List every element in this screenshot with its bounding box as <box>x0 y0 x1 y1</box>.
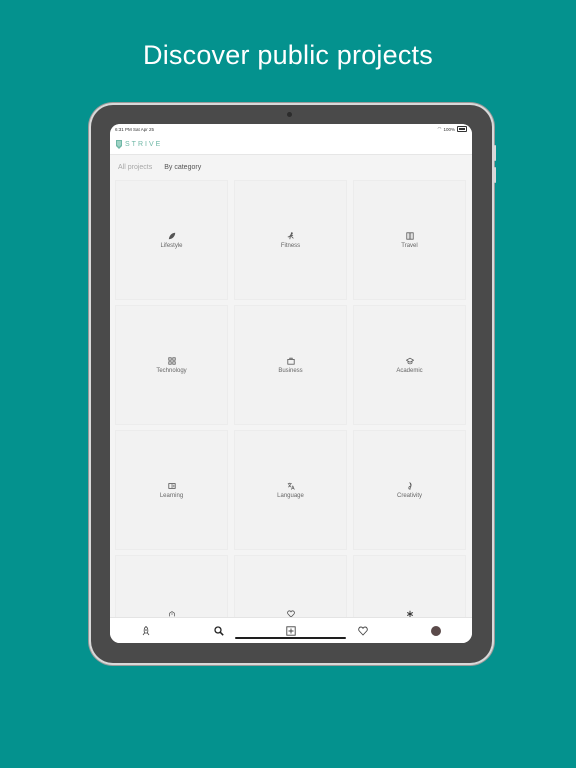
app-title: STRIVE <box>125 140 163 148</box>
leaf-icon <box>168 232 176 240</box>
category-fitness[interactable]: Fitness <box>234 180 347 300</box>
battery-icon <box>457 126 467 132</box>
heart-icon <box>358 626 369 636</box>
battery-percent: 100% <box>443 126 455 132</box>
search-icon <box>213 625 224 636</box>
rocket-icon <box>142 625 150 635</box>
nav-search[interactable] <box>213 625 225 637</box>
camera <box>287 112 292 117</box>
ipad-frame: 6:31 PM Sat Apr 25 ◠ 100% STRIVE All pro… <box>91 105 496 663</box>
app-screen: 6:31 PM Sat Apr 25 ◠ 100% STRIVE All pro… <box>110 124 472 643</box>
category-label: Creativity <box>396 492 422 499</box>
graduation-cap-icon <box>405 357 414 365</box>
status-bar: 6:31 PM Sat Apr 25 ◠ 100% <box>110 124 472 134</box>
status-date: Sat Apr 25 <box>133 126 155 132</box>
avatar <box>430 625 441 636</box>
category-label: Fitness <box>280 242 301 249</box>
category-grid: Lifestyle Fitness Travel Technology Busi… <box>115 180 467 643</box>
category-language[interactable]: Language <box>234 430 347 550</box>
nav-add[interactable] <box>285 625 297 637</box>
nav-explore[interactable] <box>140 625 152 637</box>
nav-favorites[interactable] <box>357 625 369 637</box>
running-icon <box>287 231 295 240</box>
translate-icon <box>287 482 295 490</box>
category-label: Learning <box>159 492 184 499</box>
category-creativity[interactable]: Creativity <box>353 430 466 550</box>
bottom-navigation <box>110 617 472 643</box>
volume-down-button <box>494 167 496 183</box>
map-icon <box>405 231 414 240</box>
category-label: Language <box>277 492 304 499</box>
category-label: Lifestyle <box>160 242 183 249</box>
category-business[interactable]: Business <box>234 305 347 425</box>
status-time: 6:31 PM <box>115 126 132 132</box>
grid-icon <box>167 356 176 365</box>
category-label: Technology <box>156 367 187 374</box>
app-header: STRIVE <box>110 134 472 155</box>
category-technology[interactable]: Technology <box>115 305 228 425</box>
briefcase-icon <box>286 357 295 365</box>
category-label: Travel <box>401 242 418 249</box>
category-tabs: All projects By category <box>110 155 472 179</box>
strive-logo-icon <box>116 139 122 149</box>
category-academic[interactable]: Academic <box>353 305 466 425</box>
tab-all-projects[interactable]: All projects <box>118 164 152 171</box>
music-icon <box>406 481 414 490</box>
category-label: Academic <box>396 367 423 374</box>
headline: Discover public projects <box>143 40 433 70</box>
category-learning[interactable]: Learning <box>115 430 228 550</box>
wifi-icon: ◠ <box>437 126 442 131</box>
home-indicator <box>235 637 346 639</box>
volume-up-button <box>494 145 496 161</box>
category-travel[interactable]: Travel <box>353 180 466 300</box>
category-label: Business <box>278 367 303 374</box>
add-icon <box>286 625 296 636</box>
nav-profile[interactable] <box>430 625 442 637</box>
category-lifestyle[interactable]: Lifestyle <box>115 180 228 300</box>
book-icon <box>167 482 176 490</box>
tab-by-category[interactable]: By category <box>164 164 201 171</box>
